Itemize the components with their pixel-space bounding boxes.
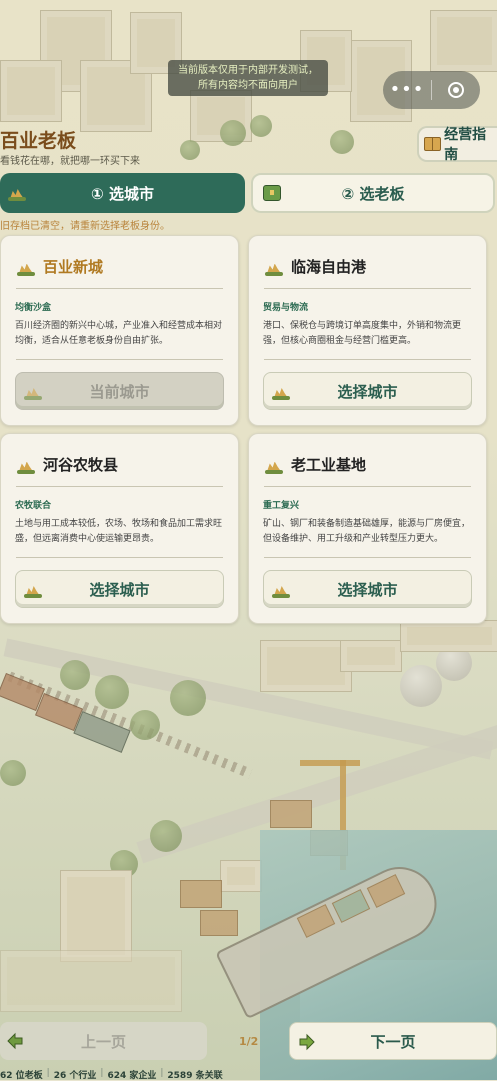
city-card-baiye-new-city[interactable]: 百业新城 均衡沙盒 百川经济圈的新兴中心城，产业准入和经营成本相对均衡，适合从任…: [0, 235, 239, 426]
dev-notice-line1: 当前版本仅用于内部开发测试，: [178, 65, 318, 76]
target-close-icon[interactable]: [432, 82, 480, 98]
city-icon: [17, 258, 35, 276]
prev-page-label: 上一页: [80, 1032, 126, 1051]
stats-bar: 62 位老板 | 26 个行业 | 624 家企业 | 2589 条关联: [0, 1068, 223, 1081]
arrow-right-icon: [298, 1033, 316, 1051]
dev-notice: 当前版本仅用于内部开发测试， 所有内容均不面向用户: [168, 60, 328, 96]
city-icon: [8, 183, 26, 201]
tab-select-city-label: ① 选城市: [91, 184, 154, 203]
current-city-label: 当前城市: [89, 382, 150, 401]
select-city-label: 选择城市: [337, 580, 398, 599]
stat-industries: 26 个行业: [53, 1071, 97, 1081]
farm-icon: [17, 456, 35, 474]
city-name: 临海自由港: [291, 258, 367, 276]
city-description: 土地与用工成本较低，农场、牧场和食品加工需求旺盛，但远离消费中心使运输更昂贵。: [15, 519, 223, 544]
select-city-button[interactable]: 选择城市: [15, 570, 224, 608]
select-city-button[interactable]: 选择城市: [263, 570, 472, 608]
farm-icon: [24, 580, 42, 598]
tab-select-city[interactable]: ① 选城市: [0, 173, 245, 213]
city-tag: 贸易与物流: [263, 303, 309, 313]
divider: [264, 359, 471, 360]
city-tag: 重工复兴: [263, 501, 300, 511]
stat-bosses: 62 位老板: [0, 1071, 43, 1081]
city-name: 河谷农牧县: [43, 456, 119, 474]
city-icon: [24, 382, 42, 400]
select-city-label: 选择城市: [337, 382, 398, 401]
stat-separator: |: [100, 1068, 104, 1078]
divider: [16, 288, 223, 289]
city-description: 矿山、钢厂和装备制造基础雄厚，能源与厂房便宜，但设备维护、用工升级和产业转型压力…: [263, 519, 471, 544]
book-icon: [424, 137, 442, 151]
treasure-chest-icon: [263, 185, 281, 203]
city-name: 百业新城: [43, 258, 104, 276]
tab-select-boss[interactable]: ② 选老板: [251, 173, 495, 213]
save-cleared-hint: 旧存档已清空，请重新选择老板身份。: [0, 221, 170, 232]
more-dots-icon[interactable]: •••: [383, 71, 431, 109]
stat-links: 2589 条关联: [167, 1071, 223, 1081]
select-city-label: 选择城市: [89, 580, 150, 599]
city-tag: 均衡沙盒: [15, 303, 52, 313]
divider: [264, 557, 471, 558]
divider: [16, 486, 223, 487]
business-guide-label: 经营指南: [444, 127, 487, 163]
next-page-button[interactable]: 下一页: [289, 1022, 497, 1060]
port-icon: [265, 258, 283, 276]
factory-icon: [265, 456, 283, 474]
select-city-button[interactable]: 选择城市: [263, 372, 472, 410]
dev-notice-line2: 所有内容均不面向用户: [198, 80, 298, 91]
page-indicator: 1/2: [239, 1035, 259, 1048]
city-card-coastal-free-port[interactable]: 临海自由港 贸易与物流 港口、保税仓与跨境订单高度集中，外销和物流更强，但核心商…: [248, 235, 487, 426]
divider: [264, 486, 471, 487]
port-icon: [272, 382, 290, 400]
tab-select-boss-label: ② 选老板: [341, 184, 405, 203]
current-city-button[interactable]: 当前城市: [15, 372, 224, 410]
prev-page-button[interactable]: 上一页: [0, 1022, 207, 1060]
city-description: 港口、保税仓与跨境订单高度集中，外销和物流更强，但核心商圈租金与经营门槛更高。: [263, 321, 462, 346]
stat-separator: |: [46, 1068, 50, 1078]
divider: [264, 288, 471, 289]
city-tag: 农牧联合: [15, 501, 52, 511]
city-card-valley-farming-county[interactable]: 河谷农牧县 农牧联合 土地与用工成本较低，农场、牧场和食品加工需求旺盛，但远离消…: [0, 433, 239, 624]
divider: [16, 557, 223, 558]
divider: [16, 359, 223, 360]
factory-icon: [272, 580, 290, 598]
city-card-old-industrial-base[interactable]: 老工业基地 重工复兴 矿山、钢厂和装备制造基础雄厚，能源与厂房便宜，但设备维护、…: [248, 433, 487, 624]
stat-companies: 624 家企业: [107, 1071, 157, 1081]
miniprogram-capsule: •••: [383, 71, 480, 109]
city-description: 百川经济圈的新兴中心城，产业准入和经营成本相对均衡，适合从任意老板身份自由扩张。: [15, 321, 223, 346]
page-subtitle: 看钱花在哪，就把哪一环买下来: [0, 156, 140, 167]
next-page-label: 下一页: [370, 1032, 416, 1051]
arrow-left-icon: [6, 1032, 24, 1050]
business-guide-button[interactable]: 经营指南: [417, 126, 497, 163]
stat-separator: |: [160, 1068, 164, 1078]
page-title: 百业老板: [0, 130, 77, 152]
city-name: 老工业基地: [291, 456, 367, 474]
